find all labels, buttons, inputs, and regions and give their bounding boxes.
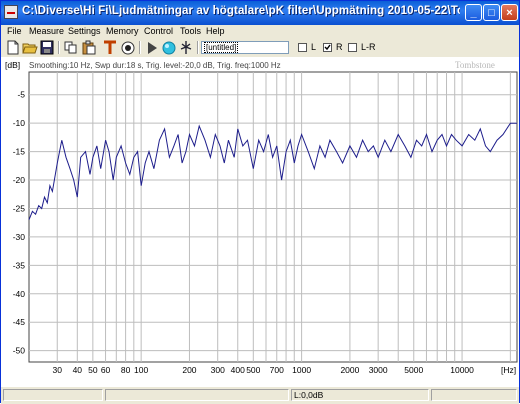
measurement-info: Smoothing:10 Hz, Swp dur:18 s, Trig. lev… [29,61,281,70]
x-tick-label: 700 [270,365,284,375]
copy-icon[interactable] [63,40,79,55]
status-level: L:0,0dB [291,389,429,401]
x-tick-label: 40 [73,365,83,375]
status-bar: L:0,0dB [1,386,519,404]
menu-file[interactable]: File [7,26,22,36]
menu-bar: File Measure Settings Memory Control Too… [1,25,519,39]
play-icon[interactable] [144,40,160,55]
x-tick-label: 300 [211,365,225,375]
y-tick-label: -20 [13,175,26,185]
status-cell-4 [431,389,517,401]
status-cell-2 [105,389,289,401]
toolbar: [untitled] L R L-R [1,39,519,57]
memory-select[interactable]: [untitled] [201,41,289,54]
x-tick-label: 80 [121,365,131,375]
y-tick-label: -45 [13,317,26,327]
app-icon[interactable] [4,5,18,19]
y-axis-unit: [dB] [5,60,20,70]
maximize-button[interactable]: □ [483,4,500,21]
y-tick-label: -35 [13,260,26,270]
y-tick-label: -5 [17,90,25,100]
minimize-button[interactable]: _ [465,4,482,21]
x-tick-label: 60 [101,365,111,375]
y-tick-label: -25 [13,203,26,213]
plot-frame [28,71,518,363]
open-folder-icon[interactable] [22,40,38,55]
measure-icon[interactable] [161,40,177,55]
menu-tools[interactable]: Tools [180,26,201,36]
checkbox-lr-label: L-R [361,42,376,52]
checkbox-r-label: R [336,42,343,52]
x-tick-label: 500 [246,365,260,375]
x-tick-label: 200 [182,365,196,375]
x-tick-label: 30 [53,365,63,375]
y-tick-label: -15 [13,147,26,157]
paste-icon[interactable] [81,40,97,55]
new-file-icon[interactable] [5,40,21,55]
menu-control[interactable]: Control [144,26,173,36]
x-tick-label: 400 [231,365,245,375]
x-tick-label: 1000 [292,365,311,375]
menu-measure[interactable]: Measure [29,26,64,36]
plot-area[interactable]: [dB] Smoothing:10 Hz, Swp dur:18 s, Trig… [1,57,519,387]
x-tick-label: 3000 [369,365,388,375]
status-cell-1 [3,389,103,401]
y-tick-label: -50 [13,346,26,356]
x-tick-label: 50 [88,365,98,375]
x-tick-label: 2000 [340,365,359,375]
y-tick-label: -40 [13,289,26,299]
x-axis-unit: [Hz] [501,365,516,375]
title-bar[interactable]: C:\Diverse\Hi Fi\Ljudmätningar av högtal… [1,1,519,25]
window-title: C:\Diverse\Hi Fi\Ljudmätningar av högtal… [22,5,460,17]
menu-settings[interactable]: Settings [68,26,101,36]
close-button[interactable]: × [501,4,518,21]
checkbox-l[interactable] [298,43,307,52]
app-window: C:\Diverse\Hi Fi\Ljudmätningar av högtal… [0,0,520,404]
menu-help[interactable]: Help [206,26,225,36]
x-tick-label: 100 [134,365,148,375]
x-tick-label: 10000 [450,365,474,375]
watermark: Tombstone [455,60,495,70]
y-tick-label: -10 [13,118,26,128]
record-icon[interactable] [120,40,136,55]
antenna-icon[interactable] [178,40,194,55]
checkbox-l-label: L [311,42,317,52]
checkbox-r[interactable] [323,43,332,52]
y-tick-label: -30 [13,232,26,242]
checkbox-lr[interactable] [348,43,357,52]
calibrate-icon[interactable] [102,40,118,55]
menu-memory[interactable]: Memory [106,26,139,36]
save-icon[interactable] [39,40,55,55]
x-tick-label: 5000 [404,365,423,375]
frequency-response-chart: [dB] Smoothing:10 Hz, Swp dur:18 s, Trig… [5,60,518,375]
